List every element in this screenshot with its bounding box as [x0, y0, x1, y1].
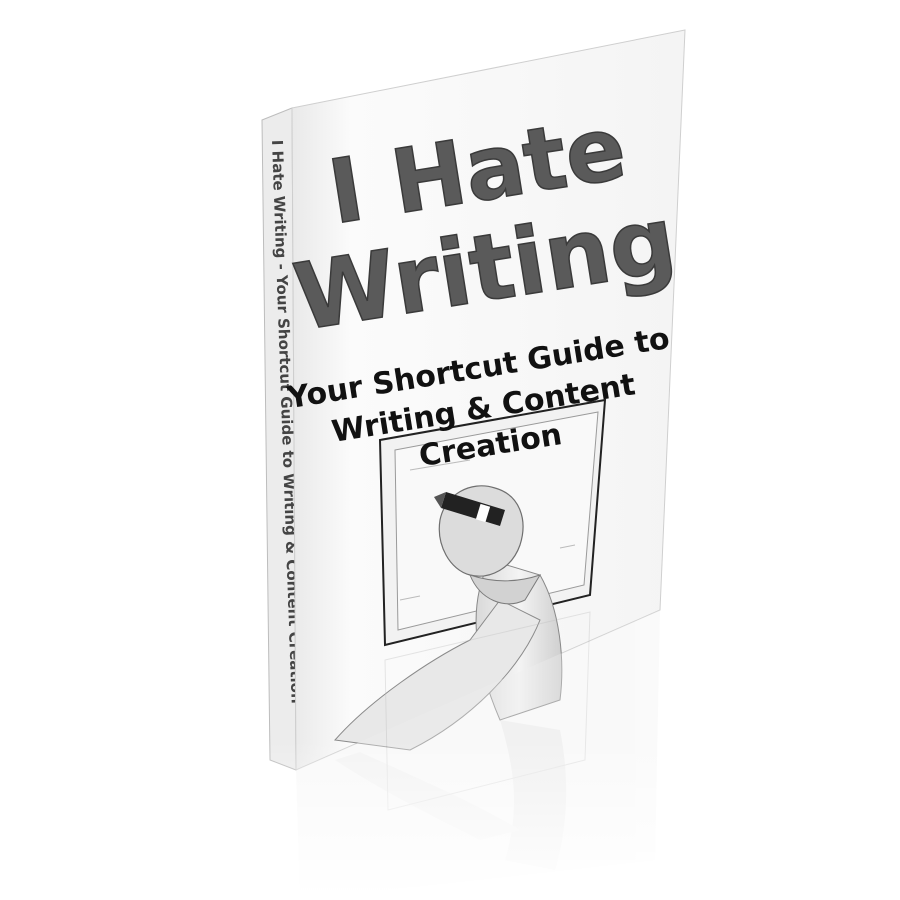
- book-product-image: I Hate Writing - Your Shortcut Guide to …: [0, 0, 900, 900]
- book-mockup-svg: I Hate Writing - Your Shortcut Guide to …: [250, 29, 710, 900]
- reflection-fade: [250, 740, 710, 900]
